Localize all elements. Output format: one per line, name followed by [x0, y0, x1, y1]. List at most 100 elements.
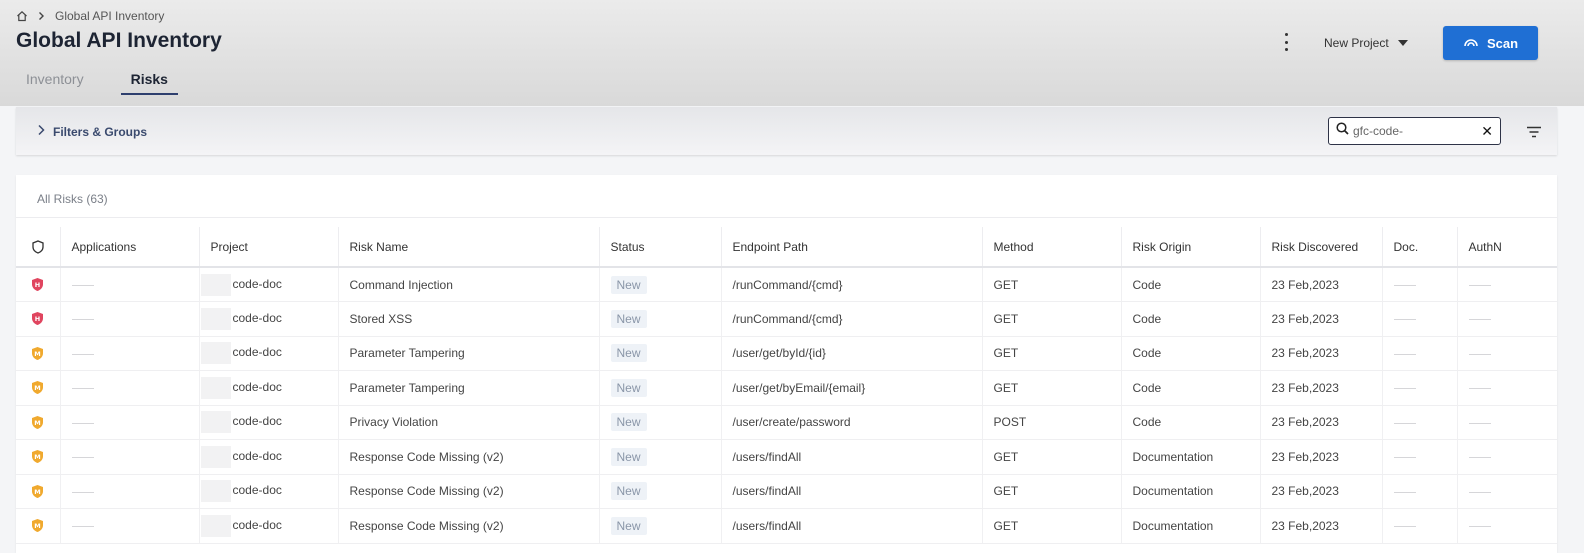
column-header-authn[interactable]: AuthN — [1457, 227, 1557, 268]
scan-button[interactable]: Scan — [1443, 26, 1538, 60]
table-row[interactable]: Hcode-doc Command Injection New/runCommand… — [16, 267, 1557, 302]
project-cell[interactable]: code-doc — [199, 474, 339, 509]
search-input[interactable] — [1353, 124, 1478, 138]
svg-text:M: M — [35, 522, 41, 530]
applications-cell — [60, 370, 200, 406]
empty-dash — [71, 353, 94, 355]
risk-name-cell[interactable]: Stored XSS — [338, 301, 600, 337]
project-name: code-doc — [232, 276, 282, 291]
risk-name-cell[interactable]: Response Code Missing (v2) — [338, 508, 600, 544]
empty-dash — [71, 319, 94, 321]
endpoint-path-cell[interactable]: /users/findAll — [721, 439, 983, 475]
more-options-icon[interactable] — [1280, 33, 1292, 51]
svg-text:M: M — [35, 419, 41, 427]
endpoint-path-cell[interactable]: /user/get/byEmail/{email} — [721, 370, 983, 406]
empty-dash — [1468, 319, 1491, 321]
column-header-applications[interactable]: Applications — [60, 227, 200, 268]
clear-search-icon[interactable]: ✕ — [1481, 124, 1493, 138]
severity-shield-icon: M — [32, 415, 44, 429]
method-cell: GET — [982, 267, 1122, 302]
column-header-risk-origin[interactable]: Risk Origin — [1121, 227, 1261, 268]
applications-cell — [60, 474, 200, 509]
risks-table: Applications Project Risk Name Status En… — [16, 227, 1557, 544]
column-header-project[interactable]: Project — [199, 227, 339, 268]
severity-cell: M — [16, 474, 61, 509]
table-row[interactable]: Mcode-doc Response Code Missing (v2) New/u… — [16, 508, 1557, 544]
endpoint-path-cell[interactable]: /user/get/byId/{id} — [721, 336, 983, 371]
severity-column-header[interactable] — [16, 227, 61, 268]
project-cell[interactable]: code-doc — [199, 336, 339, 371]
project-name: code-doc — [232, 448, 282, 463]
project-cell[interactable]: code-doc — [199, 508, 339, 544]
table-row[interactable]: Mcode-doc Parameter Tampering New/user/get… — [16, 370, 1557, 406]
project-cell[interactable]: code-doc — [199, 370, 339, 406]
endpoint-path-cell[interactable]: /users/findAll — [721, 474, 983, 509]
project-cell[interactable]: code-doc — [199, 267, 339, 302]
filter-bar: Filters & Groups ✕ — [16, 107, 1557, 155]
risk-name-cell[interactable]: Command Injection — [338, 267, 600, 302]
breadcrumb-current: Global API Inventory — [55, 9, 165, 23]
status-cell: New — [599, 474, 722, 509]
risk-name-cell[interactable]: Response Code Missing (v2) — [338, 439, 600, 475]
risk-origin-cell: Code — [1121, 301, 1261, 337]
table-row[interactable]: Mcode-doc Privacy Violation New/user/creat… — [16, 405, 1557, 440]
endpoint-path-cell[interactable]: /runCommand/{cmd} — [721, 301, 983, 337]
tab-risks[interactable]: Risks — [120, 68, 178, 95]
empty-dash — [1393, 491, 1416, 493]
method-cell: GET — [982, 370, 1122, 406]
project-cell[interactable]: code-doc — [199, 301, 339, 337]
empty-dash — [71, 388, 94, 390]
project-select-label: New Project — [1324, 36, 1389, 50]
table-row[interactable]: Mcode-doc Response Code Missing (v2) New/u… — [16, 474, 1557, 509]
doc-cell — [1382, 370, 1458, 406]
project-cell[interactable]: code-doc — [199, 405, 339, 440]
project-cell[interactable]: code-doc — [199, 439, 339, 475]
status-badge: New — [610, 516, 647, 535]
applications-cell — [60, 336, 200, 371]
method-cell: GET — [982, 301, 1122, 337]
column-header-risk-name[interactable]: Risk Name — [338, 227, 600, 268]
empty-dash — [1468, 457, 1491, 459]
authn-cell — [1457, 370, 1557, 406]
chevron-right-icon — [38, 11, 45, 21]
applications-cell — [60, 508, 200, 544]
chevron-right-icon — [37, 124, 45, 139]
risk-name-cell[interactable]: Parameter Tampering — [338, 336, 600, 371]
column-header-endpoint-path[interactable]: Endpoint Path — [721, 227, 983, 268]
project-select[interactable]: New Project — [1324, 36, 1408, 50]
empty-dash — [1468, 526, 1491, 528]
doc-cell — [1382, 439, 1458, 475]
table-row[interactable]: Hcode-doc Stored XSS New/runCommand/{cmd} G… — [16, 301, 1557, 337]
filters-groups-toggle[interactable]: Filters & Groups — [37, 124, 147, 139]
tab-inventory[interactable]: Inventory — [16, 68, 94, 95]
column-header-risk-discovered[interactable]: Risk Discovered — [1260, 227, 1383, 268]
column-header-doc[interactable]: Doc. — [1382, 227, 1458, 268]
method-cell: GET — [982, 336, 1122, 371]
endpoint-path-cell[interactable]: /runCommand/{cmd} — [721, 267, 983, 302]
table-row[interactable]: Mcode-doc Response Code Missing (v2) New/u… — [16, 439, 1557, 475]
severity-shield-icon: M — [32, 450, 44, 464]
caret-down-icon — [1397, 40, 1408, 46]
authn-cell — [1457, 336, 1557, 371]
empty-dash — [1468, 422, 1491, 424]
endpoint-path-cell[interactable]: /user/create/password — [721, 405, 983, 440]
risk-name-cell[interactable]: Response Code Missing (v2) — [338, 474, 600, 509]
risk-name-cell[interactable]: Parameter Tampering — [338, 370, 600, 406]
search-box: ✕ — [1328, 117, 1501, 145]
filter-lines-icon[interactable] — [1526, 125, 1542, 143]
shield-icon — [32, 239, 44, 254]
column-header-status[interactable]: Status — [599, 227, 722, 268]
svg-text:M: M — [35, 384, 41, 392]
risk-name-cell[interactable]: Privacy Violation — [338, 405, 600, 440]
doc-cell — [1382, 508, 1458, 544]
home-icon[interactable] — [16, 10, 28, 22]
status-cell: New — [599, 301, 722, 337]
divider — [16, 217, 1557, 218]
doc-cell — [1382, 474, 1458, 509]
risk-origin-cell: Code — [1121, 405, 1261, 440]
table-row[interactable]: Mcode-doc Parameter Tampering New/user/get… — [16, 336, 1557, 371]
empty-dash — [71, 422, 94, 424]
column-header-method[interactable]: Method — [982, 227, 1122, 268]
severity-cell: M — [16, 405, 61, 440]
endpoint-path-cell[interactable]: /users/findAll — [721, 508, 983, 544]
